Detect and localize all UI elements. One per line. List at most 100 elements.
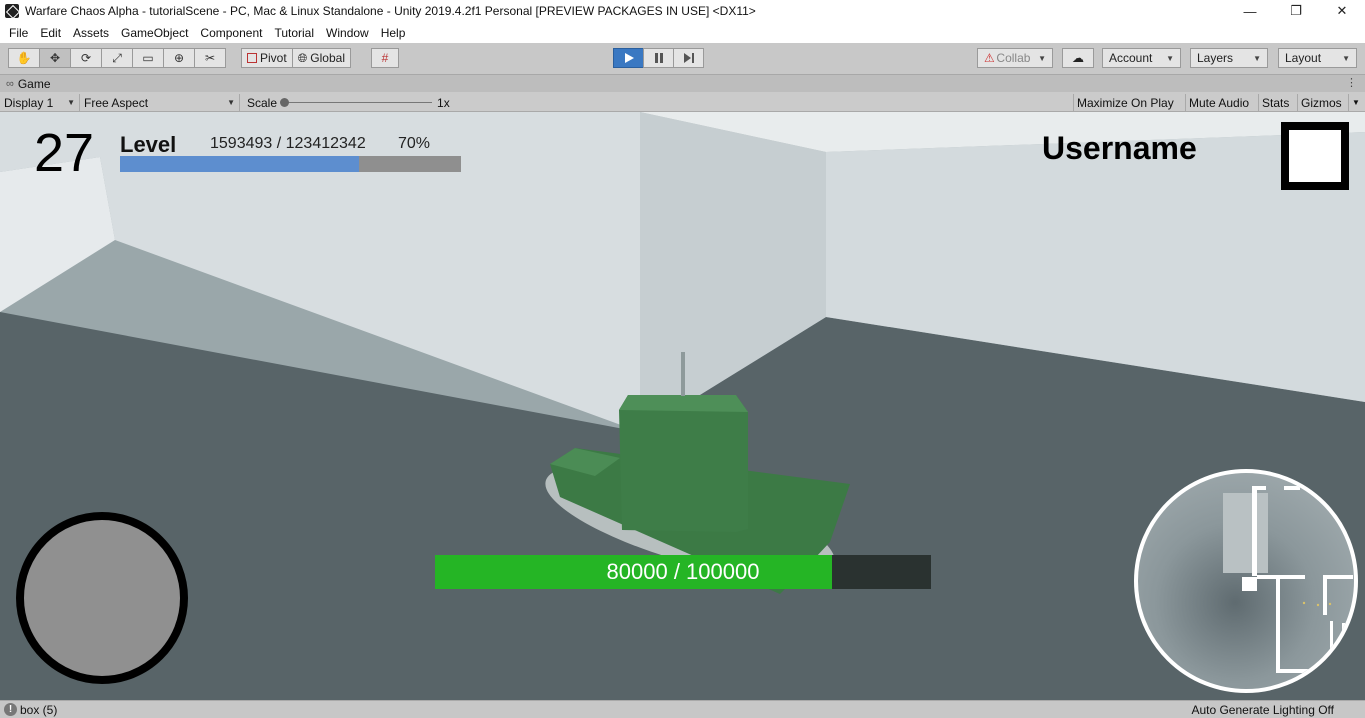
menu-assets[interactable]: Assets	[67, 26, 115, 40]
player-level-number: 27	[34, 123, 95, 183]
display-dropdown[interactable]: Display 1 ▼	[0, 94, 80, 111]
tab-game-label: Game	[17, 77, 51, 91]
tank-turret-top	[619, 395, 748, 412]
custom-tool-button[interactable]: ✂	[194, 48, 226, 68]
minimize-button[interactable]: —	[1227, 0, 1273, 22]
close-button[interactable]: ✕	[1319, 0, 1365, 22]
account-dropdown[interactable]: Account ▼	[1102, 48, 1181, 68]
aspect-label: Free Aspect	[84, 95, 149, 110]
aspect-dropdown[interactable]: Free Aspect ▼	[80, 94, 240, 111]
menu-component[interactable]: Component	[194, 26, 268, 40]
game-view[interactable]: 27 Level 1593493 / 123412342 70% Usernam…	[0, 112, 1365, 700]
play-button[interactable]	[613, 48, 644, 68]
menu-window[interactable]: Window	[320, 26, 375, 40]
minimap-wall	[1284, 486, 1300, 490]
minimap-wall	[1276, 578, 1280, 673]
transform-tool-icon: ⊕	[173, 51, 185, 65]
health-text: 80000 / 100000	[606, 559, 760, 584]
layout-dropdown[interactable]: Layout ▼	[1278, 48, 1357, 68]
tab-bar: ∞ Game ⋮	[0, 75, 1365, 92]
transform-tool-button[interactable]: ⊕	[163, 48, 195, 68]
grid-snap-icon: #	[381, 51, 389, 65]
step-icon	[683, 53, 694, 63]
chevron-down-icon: ▼	[67, 98, 75, 107]
pivot-toggle[interactable]: Pivot	[241, 48, 293, 68]
minimap-wall	[1257, 575, 1305, 579]
rotate-tool-button[interactable]: ⟳	[70, 48, 102, 68]
mute-audio-toggle[interactable]: Mute Audio	[1185, 94, 1252, 111]
scale-tool-icon: ⤢	[112, 50, 122, 65]
menu-edit[interactable]: Edit	[34, 26, 67, 40]
minimap-wall	[1330, 621, 1333, 651]
grid-snap-group: #	[371, 48, 399, 68]
minimap-wall	[1323, 575, 1327, 615]
step-button[interactable]	[673, 48, 704, 68]
virtual-joystick[interactable]	[16, 512, 188, 684]
global-toggle[interactable]: 🌐︎ Global	[291, 48, 351, 68]
lighting-status[interactable]: Auto Generate Lighting Off	[1191, 703, 1334, 717]
move-tool-button[interactable]: ✥	[39, 48, 71, 68]
pivot-label: Pivot	[260, 51, 287, 65]
gizmos-toggle[interactable]: Gizmos	[1297, 94, 1345, 111]
minimap[interactable]	[1134, 469, 1358, 693]
collab-label: Collab	[996, 51, 1031, 65]
grid-snap-button[interactable]: #	[371, 48, 399, 68]
collab-warning-icon: ⚠	[984, 51, 995, 65]
minimap-wall	[1323, 575, 1353, 579]
player-username: Username	[1042, 130, 1197, 166]
menu-gameobject[interactable]: GameObject	[115, 26, 194, 40]
chevron-down-icon: ▼	[1253, 53, 1261, 63]
xp-progress-percent: 70%	[398, 135, 431, 152]
global-label: Global	[310, 51, 345, 65]
unity-logo-icon	[5, 4, 19, 18]
minimap-wall	[1252, 486, 1266, 490]
hand-tool-icon: ✋	[16, 51, 32, 65]
cloud-button[interactable]: ☁	[1062, 48, 1094, 68]
stats-toggle[interactable]: Stats	[1258, 94, 1292, 111]
layers-dropdown[interactable]: Layers ▼	[1190, 48, 1268, 68]
level-label: Level	[120, 132, 177, 157]
globe-icon: 🌐︎	[297, 50, 308, 65]
scale-slider-thumb[interactable]	[280, 98, 290, 107]
player-avatar[interactable]	[1281, 122, 1349, 190]
hand-tool-button[interactable]: ✋	[8, 48, 40, 68]
tank-antenna	[681, 352, 685, 396]
chevron-down-icon: ▼	[1342, 53, 1350, 63]
rect-tool-button[interactable]: ▭	[132, 48, 164, 68]
play-icon	[624, 53, 634, 63]
display-label: Display 1	[4, 95, 54, 110]
menu-file[interactable]: File	[3, 26, 34, 40]
tab-menu-icon[interactable]: ⋮	[1346, 76, 1357, 89]
layers-label: Layers	[1197, 51, 1234, 65]
gizmos-dropdown-arrow[interactable]: ▼	[1348, 94, 1363, 111]
minimap-dot	[1302, 601, 1306, 605]
rotate-tool-icon: ⟳	[80, 51, 92, 65]
tank-turret	[619, 395, 748, 532]
scale-slider[interactable]	[280, 94, 433, 111]
move-tool-icon: ✥	[49, 51, 61, 65]
minimap-dot	[1316, 603, 1320, 607]
account-label: Account	[1109, 51, 1153, 65]
xp-progress-fill	[120, 156, 359, 172]
status-bar: ! box (5) Auto Generate Lighting Off	[0, 700, 1365, 718]
scale-control: Scale 1x	[247, 94, 450, 111]
transform-tools: ✋ ✥ ⟳ ⤢ ▭ ⊕ ✂	[8, 48, 226, 68]
window-title-bar: Warfare Chaos Alpha - tutorialScene - PC…	[0, 0, 1365, 22]
scale-tool-button[interactable]: ⤢	[101, 48, 133, 68]
chevron-down-icon: ▼	[1166, 53, 1174, 63]
maximize-on-play-toggle[interactable]: Maximize On Play	[1073, 94, 1177, 111]
pause-button[interactable]	[643, 48, 674, 68]
pivot-icon	[247, 53, 257, 63]
cloud-icon: ☁	[1072, 51, 1084, 65]
maximize-button[interactable]: ❐	[1273, 0, 1319, 22]
menu-tutorial[interactable]: Tutorial	[268, 26, 320, 40]
tab-game[interactable]: ∞ Game	[6, 76, 51, 92]
collab-dropdown[interactable]: ⚠ Collab ▼	[977, 48, 1053, 68]
rect-tool-icon: ▭	[142, 51, 154, 65]
status-message[interactable]: box (5)	[20, 703, 57, 717]
menu-help[interactable]: Help	[375, 26, 412, 40]
minimap-dot	[1328, 602, 1332, 606]
custom-tool-icon: ✂	[204, 51, 216, 65]
info-icon: !	[4, 703, 17, 716]
minimap-wall	[1252, 486, 1257, 576]
